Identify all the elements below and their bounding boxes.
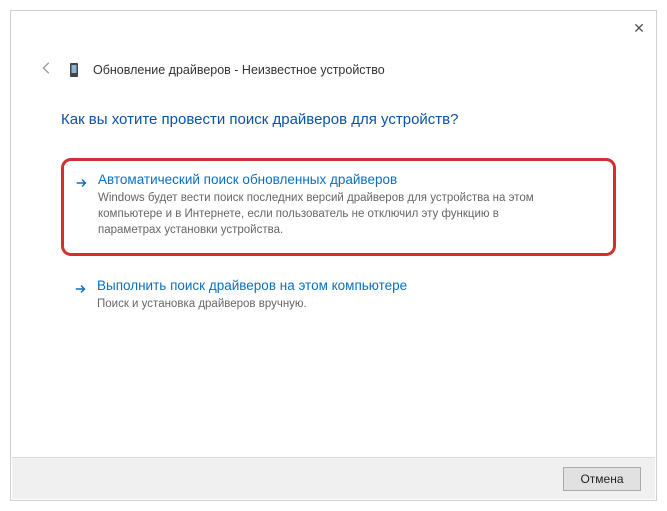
option-title: Выполнить поиск драйверов на этом компью… (97, 278, 606, 293)
content-area: Как вы хотите провести поиск драйверов д… (61, 111, 616, 338)
window-title: Обновление драйверов - Неизвестное устро… (93, 63, 385, 77)
arrow-right-icon (73, 280, 89, 298)
dialog-window: ✕ Обновление драйверов - Неизвестное уст… (10, 10, 657, 501)
close-glyph: ✕ (633, 20, 645, 37)
option-description: Поиск и установка драйверов вручную. (97, 296, 606, 312)
option-local-search[interactable]: Выполнить поиск драйверов на этом компью… (61, 270, 616, 324)
header-row: Обновление драйверов - Неизвестное устро… (39, 61, 385, 79)
option-title: Автоматический поиск обновленных драйвер… (98, 172, 603, 187)
back-button[interactable] (39, 62, 55, 78)
option-row: Автоматический поиск обновленных драйвер… (74, 172, 603, 238)
option-text: Выполнить поиск драйверов на этом компью… (97, 278, 606, 312)
option-auto-search[interactable]: Автоматический поиск обновленных драйвер… (61, 158, 616, 256)
option-text: Автоматический поиск обновленных драйвер… (98, 172, 603, 238)
close-icon[interactable]: ✕ (628, 17, 650, 39)
footer-bar: Отмена (12, 457, 655, 499)
back-arrow-icon (40, 61, 54, 80)
option-row: Выполнить поиск драйверов на этом компью… (73, 278, 606, 312)
device-icon (67, 61, 81, 79)
cancel-button[interactable]: Отмена (563, 467, 641, 491)
arrow-right-icon (74, 174, 90, 192)
titlebar: ✕ (11, 11, 656, 41)
option-description: Windows будет вести поиск последних верс… (98, 190, 603, 238)
page-heading: Как вы хотите провести поиск драйверов д… (61, 111, 616, 128)
